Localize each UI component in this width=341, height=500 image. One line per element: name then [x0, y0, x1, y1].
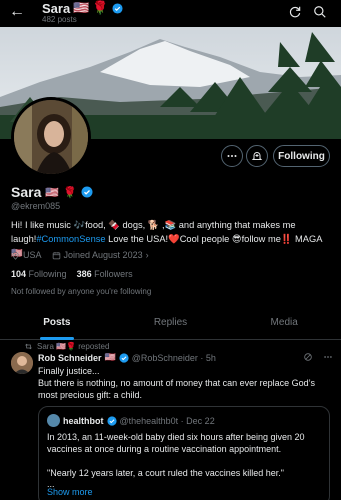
back-arrow-icon[interactable]: ← — [9, 3, 25, 21]
tweet-author-avatar[interactable] — [11, 352, 33, 374]
followers-label: Followers — [94, 269, 133, 279]
bell-plus-icon — [251, 152, 263, 160]
quoted-tweet-header: healthbot @thehealthb0t · Dec 22 — [47, 414, 215, 427]
profile-tabs: Posts Replies Media — [0, 308, 341, 340]
us-flag-icon: 🇺🇸 — [104, 352, 116, 362]
us-flag-icon: 🇺🇸 — [45, 186, 60, 199]
chevron-right-icon: › — [145, 250, 149, 260]
show-more-link[interactable]: Show more — [47, 487, 93, 497]
followers-count: 386 — [76, 269, 92, 279]
quoted-tweet-text: In 2013, an 11-week-old baby died six ho… — [47, 432, 305, 478]
tab-media[interactable]: Media — [227, 308, 341, 339]
quoted-tweet[interactable]: healthbot @thehealthb0t · Dec 22 In 2013… — [38, 406, 330, 500]
profile-handle: @ekrem085 — [11, 201, 61, 211]
following-button[interactable]: Following — [273, 145, 330, 167]
grok-icon[interactable] — [303, 352, 313, 362]
tweet-tools — [303, 352, 333, 362]
quoted-author-avatar[interactable] — [47, 414, 60, 427]
join-date-text: Joined August 2023 — [63, 250, 143, 260]
search-icon[interactable] — [313, 5, 327, 19]
profile-meta: USA Joined August 2023 › — [11, 250, 149, 260]
follow-stats: 104 Following 386 Followers — [11, 269, 133, 279]
more-dots-icon — [227, 155, 237, 157]
rose-icon: 🌹 — [92, 0, 109, 15]
tweet-author-name[interactable]: Rob Schneider — [38, 353, 102, 363]
calendar-icon — [52, 251, 60, 259]
header-name: Sara — [42, 0, 71, 16]
rose-icon: 🌹 — [63, 186, 77, 199]
following-count: 104 — [11, 269, 27, 279]
verified-badge-icon — [119, 352, 129, 363]
following-label: Following — [28, 269, 67, 279]
quoted-author-name[interactable]: healthbot — [63, 416, 104, 426]
location-text: USA — [23, 250, 42, 260]
verified-badge-icon — [81, 186, 93, 198]
verified-badge-icon — [112, 2, 123, 14]
tab-posts[interactable]: Posts — [0, 308, 114, 339]
tweet-header: Rob Schneider 🇺🇸 @RobSchneider · 5h — [38, 352, 338, 363]
quoted-author-handle: @thehealthb0t · Dec 22 — [119, 415, 215, 426]
tweet-author-handle[interactable]: @RobSchneider · 5h — [132, 353, 216, 363]
repost-indicator: Sara 🇺🇸🌹 reposted — [24, 342, 109, 351]
location-pin-icon — [12, 251, 19, 260]
followers-stat[interactable]: 386 Followers — [77, 269, 133, 279]
top-bar: ← Sara 🇺🇸 🌹 482 posts — [0, 0, 341, 27]
tab-replies[interactable]: Replies — [114, 308, 228, 339]
verified-badge-icon — [106, 415, 117, 426]
location: USA — [11, 250, 42, 260]
profile-avatar[interactable] — [11, 97, 91, 177]
profile-name: Sara 🇺🇸 🌹 — [11, 184, 93, 200]
post-count: 482 posts — [42, 15, 77, 24]
refresh-icon[interactable] — [288, 5, 302, 19]
notifications-button[interactable] — [246, 145, 268, 167]
not-followed-notice: Not followed by anyone you're following — [11, 287, 152, 296]
following-stat[interactable]: 104 Following — [11, 269, 67, 279]
repost-text: Sara 🇺🇸🌹 reposted — [37, 342, 110, 351]
hashtag-link[interactable]: #CommonSense — [36, 234, 105, 244]
join-date: Joined August 2023 › — [52, 250, 149, 260]
display-name: Sara — [11, 184, 42, 200]
more-options-button[interactable] — [221, 145, 243, 167]
tweet-text: Finally justice... But there is nothing,… — [38, 366, 316, 400]
us-flag-icon: 🇺🇸 — [73, 0, 90, 15]
header-title: Sara 🇺🇸 🌹 — [42, 0, 123, 16]
repost-icon — [25, 343, 32, 350]
more-dots-icon[interactable] — [323, 352, 333, 362]
